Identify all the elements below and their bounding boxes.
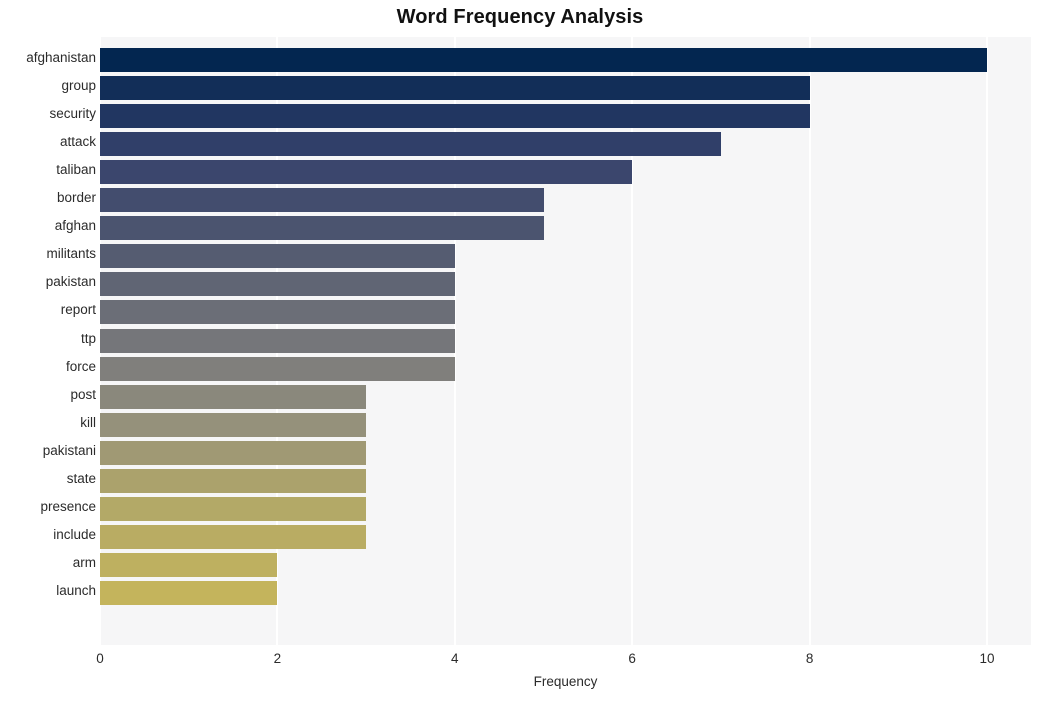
y-tick-report: report	[60, 302, 96, 318]
bar-row	[100, 214, 1031, 242]
word-frequency-bar-chart: Word Frequency Analysis afghanistan group…	[0, 0, 1040, 701]
bar-ttp	[100, 328, 455, 353]
bar-row	[100, 242, 1031, 270]
bar-row	[100, 270, 1031, 298]
y-tick-arm: arm	[72, 554, 96, 570]
bar-row	[100, 579, 1031, 607]
x-tick-0: 0	[96, 651, 104, 666]
y-tick-attack: attack	[59, 134, 96, 150]
y-tick-pakistani: pakistani	[42, 442, 96, 458]
bar-row	[100, 130, 1031, 158]
bar-taliban	[100, 160, 633, 185]
y-tick-include: include	[53, 526, 96, 542]
y-tick-state: state	[66, 470, 96, 486]
y-tick-kill: kill	[80, 414, 96, 430]
bar-row	[100, 186, 1031, 214]
y-tick-afghan: afghan	[54, 218, 96, 234]
bar-afghanistan	[100, 48, 987, 72]
bar-group	[100, 76, 810, 101]
bar-row	[100, 551, 1031, 579]
bar-afghan	[100, 216, 544, 241]
y-tick-militants: militants	[46, 246, 96, 262]
bar-row	[100, 327, 1031, 355]
x-tick-4: 4	[451, 651, 459, 666]
y-tick-ttp: ttp	[80, 330, 96, 346]
bar-row	[100, 355, 1031, 383]
bar-row	[100, 383, 1031, 411]
y-tick-border: border	[56, 190, 96, 206]
bar-launch	[100, 580, 278, 605]
y-tick-pakistan: pakistan	[45, 274, 96, 290]
x-tick-8: 8	[805, 651, 814, 666]
bar-security	[100, 104, 810, 129]
bar-row	[100, 298, 1031, 326]
x-axis-label: Frequency	[533, 674, 598, 689]
plot-area	[100, 37, 1031, 645]
bar-kill	[100, 412, 367, 437]
bar-row	[100, 523, 1031, 551]
bar-row	[100, 495, 1031, 523]
bar-force	[100, 356, 455, 381]
y-tick-force: force	[65, 358, 96, 374]
bar-report	[100, 300, 455, 325]
y-tick-afghanistan: afghanistan	[26, 50, 96, 65]
x-tick-2: 2	[273, 651, 282, 666]
bar-row	[100, 411, 1031, 439]
bar-pakistan	[100, 272, 455, 297]
y-tick-presence: presence	[40, 498, 96, 514]
bar-row	[100, 158, 1031, 186]
chart-title: Word Frequency Analysis	[396, 6, 644, 28]
y-tick-group: group	[61, 78, 96, 94]
y-tick-taliban: taliban	[56, 162, 96, 178]
bar-pakistani	[100, 440, 367, 465]
bar-attack	[100, 132, 721, 157]
bar-militants	[100, 244, 455, 269]
bar-row	[100, 102, 1031, 130]
y-tick-post: post	[70, 386, 96, 402]
bar-row	[100, 74, 1031, 102]
bar-row	[100, 467, 1031, 495]
bar-post	[100, 384, 367, 409]
bar-arm	[100, 552, 278, 577]
bar-presence	[100, 496, 367, 521]
bar-row	[100, 46, 1031, 74]
bar-row	[100, 439, 1031, 467]
y-tick-launch: launch	[56, 582, 96, 598]
bar-include	[100, 524, 367, 549]
x-tick-10: 10	[979, 651, 995, 666]
x-tick-6: 6	[628, 651, 636, 666]
bar-border	[100, 188, 544, 213]
bar-state	[100, 468, 367, 493]
y-tick-security: security	[49, 106, 96, 122]
